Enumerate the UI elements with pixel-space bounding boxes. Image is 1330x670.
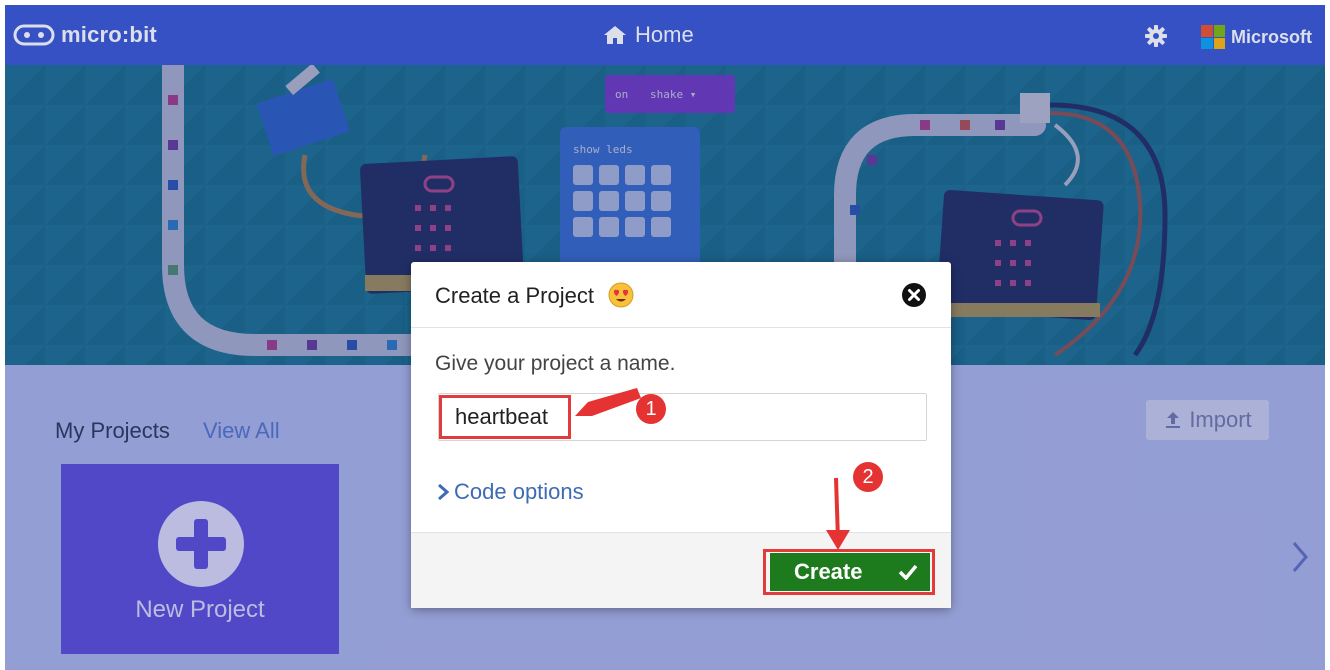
code-options-label: Code options: [454, 479, 584, 504]
chevron-right-icon: [438, 483, 450, 501]
heart-eyes-emoji-icon: [608, 282, 634, 313]
code-options-toggle[interactable]: Code options: [436, 479, 584, 505]
dialog-header: Create a Project: [411, 262, 951, 328]
step-1-badge: 1: [636, 394, 666, 424]
close-icon[interactable]: [901, 282, 927, 313]
name-prompt: Give your project a name.: [435, 352, 676, 375]
dialog-title: Create a Project: [435, 283, 594, 308]
step-2-badge: 2: [853, 462, 883, 492]
input-highlight-box: [439, 395, 571, 439]
create-highlight-box: [763, 549, 935, 595]
